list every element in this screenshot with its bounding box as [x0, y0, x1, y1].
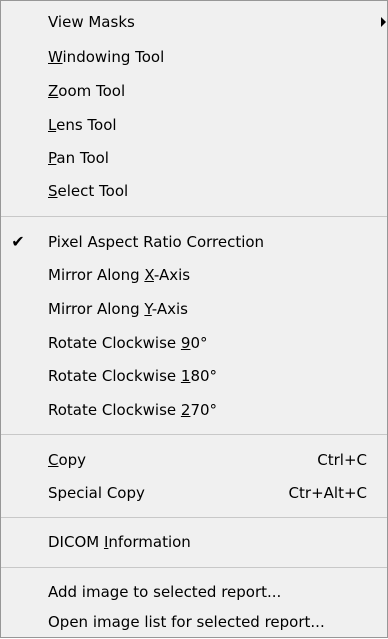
menu-item-pan-tool[interactable]: Pan Tool	[1, 141, 387, 175]
menu-item-label: Copy	[48, 451, 87, 469]
menu-item-lens-tool[interactable]: Lens Tool	[1, 108, 387, 142]
menu-item-shortcut: Ctr+Alt+C	[288, 484, 367, 502]
menu-separator	[1, 216, 387, 217]
menu-item-select-tool[interactable]: Select Tool	[1, 174, 387, 208]
menu-item-label: Add image to selected report...	[48, 583, 282, 601]
menu-item-label: Pixel Aspect Ratio Correction	[48, 233, 265, 251]
menu-item-label: Rotate Clockwise 270°	[48, 401, 218, 419]
menu-item-label: Rotate Clockwise 180°	[48, 367, 218, 385]
menu-item-view-masks[interactable]: View Masks	[1, 5, 387, 39]
menu-item-rotate-180[interactable]: Rotate Clockwise 180°	[1, 359, 387, 393]
menu-item-add-image-to-report[interactable]: Add image to selected report...	[1, 575, 387, 609]
menu-item-special-copy[interactable]: Special Copy Ctr+Alt+C	[1, 476, 387, 510]
menu-item-mirror-x-axis[interactable]: Mirror Along X-Axis	[1, 258, 387, 292]
menu-separator	[1, 434, 387, 435]
menu-item-label: Select Tool	[48, 182, 129, 200]
menu-item-rotate-270[interactable]: Rotate Clockwise 270°	[1, 393, 387, 427]
menu-item-label: Windowing Tool	[48, 48, 165, 66]
menu-item-label: Mirror Along X-Axis	[48, 266, 191, 284]
menu-item-windowing-tool[interactable]: Windowing Tool	[1, 40, 387, 74]
menu-separator	[1, 567, 387, 568]
menu-item-zoom-tool[interactable]: Zoom Tool	[1, 74, 387, 108]
menu-item-label: Special Copy	[48, 484, 145, 502]
menu-item-label: Lens Tool	[48, 116, 117, 134]
submenu-arrow-icon	[381, 17, 386, 27]
menu-item-mirror-y-axis[interactable]: Mirror Along Y-Axis	[1, 292, 387, 326]
menu-item-copy[interactable]: Copy Ctrl+C	[1, 443, 387, 477]
checkmark-icon: ✔	[11, 232, 25, 251]
menu-item-label: View Masks	[48, 13, 135, 31]
context-menu: View Masks Windowing Tool Zoom Tool Lens…	[0, 0, 388, 638]
menu-item-label: Mirror Along Y-Axis	[48, 300, 188, 318]
menu-item-dicom-information[interactable]: DICOM Information	[1, 525, 387, 559]
menu-item-label: Rotate Clockwise 90°	[48, 334, 208, 352]
menu-item-label: Open image list for selected report...	[48, 613, 325, 631]
menu-item-rotate-90[interactable]: Rotate Clockwise 90°	[1, 326, 387, 360]
menu-item-label: Pan Tool	[48, 149, 109, 167]
menu-item-pixel-aspect-ratio-correction[interactable]: ✔ Pixel Aspect Ratio Correction	[1, 225, 387, 259]
menu-item-open-image-list[interactable]: Open image list for selected report...	[1, 605, 387, 639]
menu-item-label: DICOM Information	[48, 533, 191, 551]
menu-separator	[1, 517, 387, 518]
menu-item-label: Zoom Tool	[48, 82, 126, 100]
menu-item-shortcut: Ctrl+C	[317, 451, 367, 469]
